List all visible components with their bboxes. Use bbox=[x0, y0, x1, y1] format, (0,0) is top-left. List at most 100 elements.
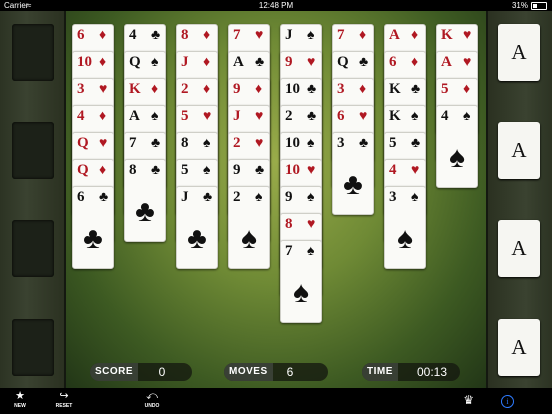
score-value: 0 bbox=[158, 365, 166, 379]
card-rank: Q bbox=[337, 54, 349, 70]
status-bar: Carrier ≈ 12:48 PM 31% bbox=[0, 0, 552, 11]
card-suit-icon: ♥ bbox=[203, 109, 212, 124]
card-suit-icon: ♠ bbox=[463, 109, 471, 124]
card-suit-icon: ♥ bbox=[99, 82, 108, 97]
card-suit-icon: ♠ bbox=[203, 136, 211, 151]
card-suit-icon: ♦ bbox=[359, 28, 367, 43]
card-rank: 3 bbox=[77, 81, 85, 97]
card-suit-icon: ♥ bbox=[255, 136, 264, 151]
card-rank: 3 bbox=[337, 135, 345, 151]
time-panel: TIME 00:13 bbox=[362, 363, 460, 381]
moves-value: 6 bbox=[286, 365, 294, 379]
card-rank: 8 bbox=[129, 162, 137, 178]
card-rank: 2 bbox=[233, 189, 241, 205]
card-suit-icon: ♠ bbox=[307, 190, 315, 205]
card-suit-icon: ♠ bbox=[151, 109, 159, 124]
score-label: SCORE bbox=[90, 363, 139, 381]
card-suit-icon: ♣ bbox=[307, 109, 317, 124]
card-rank: Q bbox=[77, 135, 89, 151]
foundations-rail: A A A A bbox=[486, 11, 552, 388]
card-suit-icon: ♣ bbox=[151, 136, 161, 151]
card-suit-icon: ♥ bbox=[307, 163, 316, 178]
card-center-suit-icon: ♠ bbox=[397, 222, 413, 255]
card-suit-icon: ♠ bbox=[411, 190, 419, 205]
free-cell-1[interactable] bbox=[12, 24, 54, 81]
card-suit-icon: ♠ bbox=[307, 244, 315, 259]
undo-icon: ⤺ bbox=[146, 390, 158, 402]
card-suit-icon: ♦ bbox=[99, 28, 107, 43]
card-suit-icon: ♥ bbox=[411, 163, 420, 178]
score-panel: SCORE 0 bbox=[90, 363, 192, 381]
card-rank: 9 bbox=[285, 189, 293, 205]
card-suit-icon: ♠ bbox=[307, 136, 315, 151]
card-suit-icon: ♣ bbox=[151, 163, 161, 178]
undo-button[interactable]: ⤺ UNDO bbox=[137, 390, 167, 410]
crown-icon[interactable]: ♛ bbox=[463, 393, 474, 407]
playing-card[interactable]: 2 ♠ ♠ bbox=[228, 186, 270, 269]
battery-icon bbox=[531, 2, 547, 10]
card-rank: A bbox=[233, 54, 244, 70]
card-rank: 4 bbox=[77, 108, 85, 124]
playing-card[interactable]: J ♣ ♣ bbox=[176, 186, 218, 269]
foundation-1[interactable]: A bbox=[498, 24, 540, 81]
card-rank: 8 bbox=[181, 27, 189, 43]
foundation-4[interactable]: A bbox=[498, 319, 540, 376]
free-cell-3[interactable] bbox=[12, 220, 54, 277]
card-rank: 4 bbox=[129, 27, 137, 43]
foundation-3[interactable]: A bbox=[498, 220, 540, 277]
playing-card[interactable]: 4 ♠ ♠ bbox=[436, 105, 478, 188]
card-suit-icon: ♣ bbox=[99, 190, 109, 205]
card-center-suit-icon: ♠ bbox=[241, 222, 257, 255]
free-cell-2[interactable] bbox=[12, 122, 54, 179]
card-suit-icon: ♦ bbox=[203, 55, 211, 70]
card-suit-icon: ♦ bbox=[203, 82, 211, 97]
time-value: 00:13 bbox=[416, 365, 448, 379]
reset-button[interactable]: ↪ RESET bbox=[49, 390, 79, 410]
card-suit-icon: ♣ bbox=[359, 136, 369, 151]
card-suit-icon: ♣ bbox=[255, 163, 265, 178]
foundation-2[interactable]: A bbox=[498, 122, 540, 179]
card-suit-icon: ♦ bbox=[151, 82, 159, 97]
card-suit-icon: ♠ bbox=[411, 109, 419, 124]
card-suit-icon: ♦ bbox=[99, 109, 107, 124]
card-rank: K bbox=[129, 81, 141, 97]
playing-card[interactable]: 8 ♣ ♣ bbox=[124, 159, 166, 242]
card-rank: J bbox=[181, 189, 189, 205]
card-rank: 5 bbox=[181, 108, 189, 124]
card-rank: K bbox=[389, 81, 401, 97]
card-rank: 6 bbox=[337, 108, 345, 124]
card-rank: 5 bbox=[389, 135, 397, 151]
status-time: 12:48 PM bbox=[258, 1, 294, 10]
card-suit-icon: ♠ bbox=[255, 190, 263, 205]
card-suit-icon: ♦ bbox=[411, 55, 419, 70]
card-rank: 7 bbox=[233, 27, 241, 43]
card-rank: J bbox=[181, 54, 189, 70]
card-rank: J bbox=[285, 27, 293, 43]
card-suit-icon: ♣ bbox=[203, 190, 213, 205]
card-suit-icon: ♣ bbox=[359, 55, 369, 70]
card-rank: A bbox=[129, 108, 140, 124]
card-rank: 3 bbox=[337, 81, 345, 97]
card-rank: K bbox=[441, 27, 453, 43]
card-suit-icon: ♥ bbox=[307, 55, 316, 70]
card-suit-icon: ♥ bbox=[99, 136, 108, 151]
playing-card[interactable]: 3 ♣ ♣ bbox=[332, 132, 374, 215]
card-rank: 3 bbox=[389, 189, 397, 205]
card-rank: 10 bbox=[285, 81, 300, 97]
new-game-button[interactable]: ★ NEW bbox=[5, 390, 35, 410]
card-center-suit-icon: ♣ bbox=[83, 222, 103, 255]
card-rank: 10 bbox=[285, 162, 300, 178]
info-icon[interactable]: i bbox=[501, 395, 514, 408]
playing-card[interactable]: 6 ♣ ♣ bbox=[72, 186, 114, 269]
card-suit-icon: ♠ bbox=[307, 28, 315, 43]
playing-card[interactable]: 7 ♠ ♠ bbox=[280, 240, 322, 323]
card-rank: 7 bbox=[337, 27, 345, 43]
card-rank: J bbox=[233, 108, 241, 124]
card-rank: 2 bbox=[181, 81, 189, 97]
card-rank: 4 bbox=[441, 108, 449, 124]
card-rank: 10 bbox=[77, 54, 92, 70]
moves-label: MOVES bbox=[224, 363, 273, 381]
playing-card[interactable]: 3 ♠ ♠ bbox=[384, 186, 426, 269]
reset-arrow-icon: ↪ bbox=[59, 390, 69, 402]
free-cell-4[interactable] bbox=[12, 319, 54, 376]
